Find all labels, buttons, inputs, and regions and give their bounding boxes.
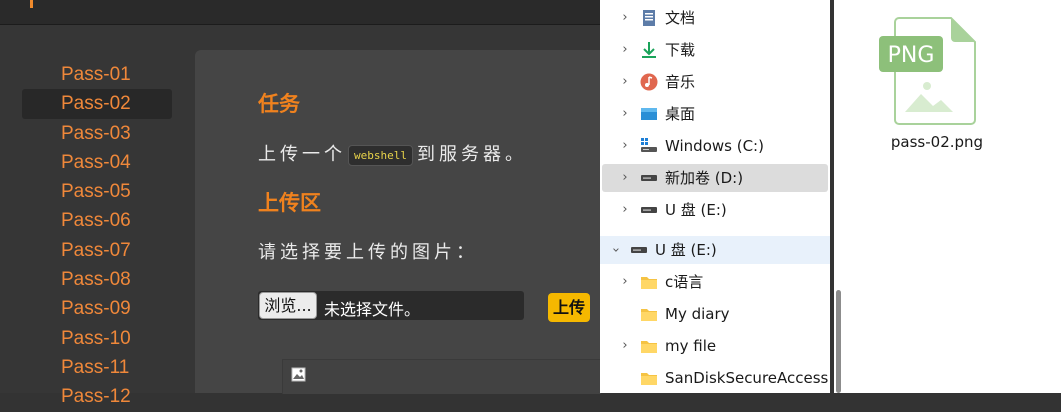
task-description: 上传一个 webshell 到服务器。 [258, 140, 527, 166]
nav-item-documents[interactable]: › 文档 [600, 4, 830, 32]
nav-item-label: U 盘 (E:) [655, 241, 717, 259]
accent-mark [30, 0, 33, 8]
sidebar-item-pass-08[interactable]: Pass-08 [22, 265, 172, 294]
browse-button[interactable]: 浏览... [259, 292, 317, 319]
chevron-right-icon[interactable]: › [619, 68, 631, 96]
task-text-after: 到服务器。 [416, 144, 527, 165]
nav-item-folder-c[interactable]: › c语言 [600, 268, 830, 296]
chevron-right-icon[interactable]: › [619, 132, 631, 160]
music-icon [640, 73, 658, 91]
chevron-right-icon[interactable]: › [619, 4, 631, 32]
nav-item-label: 桌面 [665, 105, 696, 123]
folder-icon [641, 341, 657, 353]
sidebar-item-pass-11[interactable]: Pass-11 [22, 353, 172, 382]
explorer-nav-pane: › 文档 › 下载 › 音乐 › 桌面 › Windows (C:) › 新加卷… [600, 0, 830, 393]
nav-item-label: 下载 [665, 41, 696, 59]
nav-item-label: 新加卷 (D:) [665, 169, 744, 187]
windows-drive-icon [641, 138, 657, 152]
nav-item-downloads[interactable]: › 下载 [600, 36, 830, 64]
chevron-right-icon[interactable]: › [619, 268, 631, 296]
main-panel [195, 50, 600, 393]
chevron-right-icon[interactable]: › [619, 36, 631, 64]
chevron-right-icon[interactable]: › [619, 196, 631, 224]
drive-icon [641, 175, 657, 181]
nav-item-label: 音乐 [665, 73, 696, 91]
upload-button[interactable]: 上传 [548, 293, 590, 322]
sidebar-item-pass-05[interactable]: Pass-05 [22, 177, 172, 206]
pass-sidebar: Pass-01 Pass-02 Pass-03 Pass-04 Pass-05 … [22, 60, 172, 412]
drive-icon [631, 247, 647, 253]
nav-item-label: My diary [665, 305, 730, 323]
folder-icon [641, 373, 657, 385]
sidebar-item-pass-01[interactable]: Pass-01 [22, 60, 172, 89]
desktop-icon [641, 108, 657, 120]
sidebar-item-pass-10[interactable]: Pass-10 [22, 324, 172, 353]
nav-item-drive-e-root[interactable]: › U 盘 (E:) [600, 236, 830, 264]
png-badge: PNG [888, 43, 935, 68]
broken-image-icon [291, 367, 306, 382]
sidebar-item-pass-07[interactable]: Pass-07 [22, 236, 172, 265]
webshell-code: webshell [348, 144, 413, 166]
sidebar-item-pass-04[interactable]: Pass-04 [22, 148, 172, 177]
task-heading: 任务 [258, 92, 300, 116]
file-input[interactable]: 浏览... 未选择文件。 [258, 291, 524, 320]
scrollbar-thumb[interactable] [836, 290, 841, 393]
chevron-right-icon[interactable]: › [619, 332, 631, 360]
drive-icon [641, 207, 657, 213]
upload-heading: 上传区 [258, 191, 321, 215]
nav-item-drive-e[interactable]: › U 盘 (E:) [600, 196, 830, 224]
sidebar-item-pass-03[interactable]: Pass-03 [22, 119, 172, 148]
nav-item-label: Windows (C:) [665, 137, 764, 155]
image-preview [282, 359, 601, 394]
nav-item-drive-d[interactable]: › 新加卷 (D:) [602, 164, 828, 192]
nav-item-label: U 盘 (E:) [665, 201, 727, 219]
sidebar-item-pass-12[interactable]: Pass-12 [22, 382, 172, 411]
nav-item-label: 文档 [665, 9, 696, 27]
nav-item-folder-file[interactable]: › my file [600, 332, 830, 360]
nav-item-label: c语言 [665, 273, 704, 291]
sidebar-item-pass-09[interactable]: Pass-09 [22, 294, 172, 323]
nav-item-folder-diary[interactable]: My diary [600, 300, 830, 328]
upload-prompt: 请选择要上传的图片： [258, 242, 478, 263]
nav-item-music[interactable]: › 音乐 [600, 68, 830, 96]
no-file-label: 未选择文件。 [324, 300, 421, 319]
chevron-right-icon[interactable]: › [619, 164, 631, 192]
download-icon [642, 42, 656, 58]
documents-icon [643, 10, 655, 26]
nav-item-folder-sandisk[interactable]: SanDiskSecureAccess [600, 364, 830, 392]
nav-item-desktop[interactable]: › 桌面 [600, 100, 830, 128]
sidebar-item-pass-02[interactable]: Pass-02 [22, 89, 172, 119]
png-file-icon[interactable]: PNG [877, 16, 977, 126]
folder-icon [641, 277, 657, 289]
nav-item-drive-c[interactable]: › Windows (C:) [600, 132, 830, 160]
chevron-down-icon[interactable]: › [601, 244, 629, 256]
folder-icon [641, 309, 657, 321]
file-name[interactable]: pass-02.png [872, 133, 1002, 151]
chevron-right-icon[interactable]: › [619, 100, 631, 128]
nav-item-label: my file [665, 337, 717, 355]
top-bar [0, 0, 600, 25]
nav-item-label: SanDiskSecureAccess [665, 369, 829, 387]
sidebar-item-pass-06[interactable]: Pass-06 [22, 206, 172, 235]
task-text-before: 上传一个 [258, 144, 346, 165]
